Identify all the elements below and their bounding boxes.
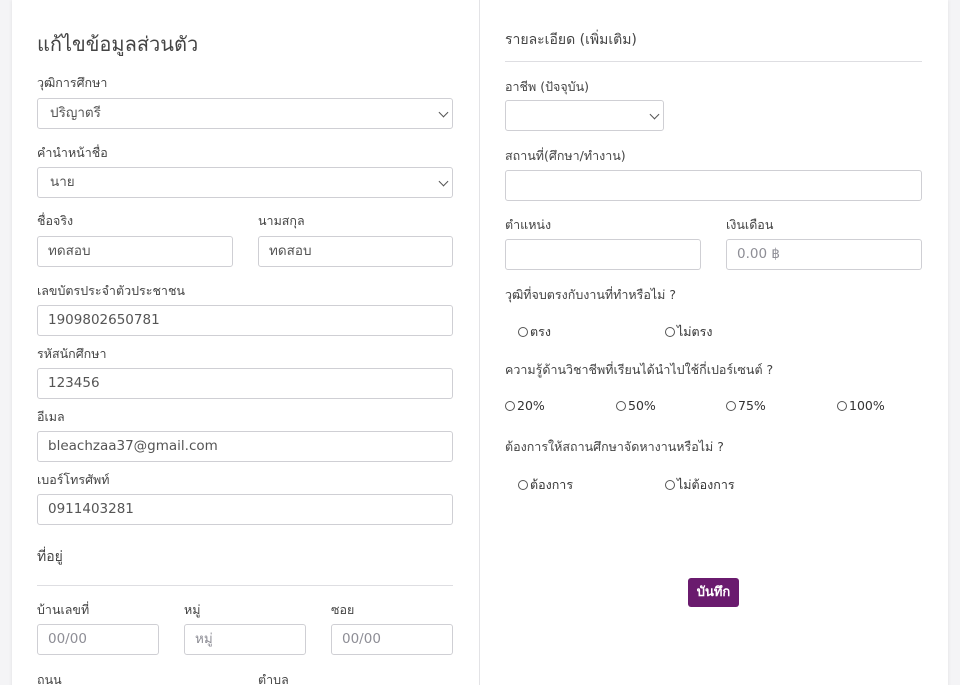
radio-circle-icon[interactable] (518, 480, 528, 490)
match-question: วุฒิที่จบตรงกับงานที่ทำหรือไม่ ? (505, 287, 677, 302)
radio-knowledge-75[interactable]: 75% (726, 398, 766, 413)
salary-field[interactable]: 0.00 ฿ (726, 239, 922, 270)
first-name-label: ชื่อจริง (37, 213, 74, 228)
chevron-down-icon (438, 176, 449, 187)
radio-knowledge-20[interactable]: 20% (505, 398, 545, 413)
details-heading: รายละเอียด (เพิ่มเติม) (505, 32, 637, 48)
radio-job-no[interactable]: ไม่ต้องการ (665, 475, 735, 495)
radio-label: ไม่ต้องการ (677, 477, 735, 492)
phone-label: เบอร์โทรศัพท์ (37, 472, 110, 487)
radio-circle-icon[interactable] (665, 327, 675, 337)
phone-field[interactable]: 0911403281 (37, 494, 453, 525)
occupation-label: อาชีพ (ปัจจุบัน) (505, 79, 590, 94)
radio-label: ไม่ตรง (677, 324, 713, 339)
radio-circle-icon[interactable] (837, 400, 847, 411)
email-label: อีเมล (37, 409, 65, 424)
workplace-field[interactable] (505, 170, 922, 201)
soi-label: ซอย (331, 602, 355, 617)
address-divider (37, 585, 453, 586)
last-name-field[interactable]: ทดสอบ (258, 236, 453, 267)
education-label: วุฒิการศึกษา (37, 75, 108, 90)
road-label: ถนน (37, 672, 62, 685)
save-button[interactable]: บันทึก (688, 578, 739, 607)
prefix-value: นาย (50, 174, 75, 190)
radio-circle-icon[interactable] (726, 400, 736, 411)
radio-job-yes[interactable]: ต้องการ (518, 475, 573, 495)
prefix-label: คำนำหน้าชื่อ (37, 145, 108, 160)
student-id-field[interactable]: 123456 (37, 368, 453, 399)
prefix-select[interactable]: นาย (37, 167, 453, 198)
job-question: ต้องการให้สถานศึกษาจัดหางานหรือไม่ ? (505, 439, 724, 454)
house-no-label: บ้านเลขที่ (37, 602, 90, 617)
page-title: แก้ไขข้อมูลส่วนตัว (37, 32, 199, 56)
house-no-field[interactable]: 00/00 (37, 624, 159, 655)
radio-circle-icon[interactable] (616, 400, 626, 411)
radio-label: ต้องการ (530, 477, 574, 492)
radio-circle-icon[interactable] (665, 480, 675, 490)
radio-label: 75% (738, 398, 766, 413)
last-name-label: นามสกุล (258, 213, 305, 228)
moo-field[interactable]: หมู่ (184, 624, 306, 655)
knowledge-question: ความรู้ด้านวิชาชีพที่เรียนได้นำไปใช้กี่เ… (505, 362, 774, 377)
radio-label: 100% (849, 398, 885, 413)
chevron-down-icon (649, 109, 660, 120)
radio-label: 50% (628, 398, 656, 413)
position-label: ตำแหน่ง (505, 217, 552, 232)
education-select[interactable]: ปริญาตรี (37, 98, 453, 129)
id-card-label: เลขบัตรประจำตัวประชาชน (37, 283, 185, 298)
radio-label: 20% (517, 398, 545, 413)
workplace-label: สถานที่(ศึกษา/ทำงาน) (505, 148, 626, 163)
radio-knowledge-100[interactable]: 100% (837, 398, 885, 413)
subdistrict-label: ตำบล (258, 672, 289, 685)
occupation-select[interactable] (505, 100, 664, 131)
id-card-field[interactable]: 1909802650781 (37, 305, 453, 336)
radio-circle-icon[interactable] (518, 327, 528, 337)
position-field[interactable] (505, 239, 701, 270)
soi-field[interactable]: 00/00 (331, 624, 453, 655)
details-divider (505, 61, 922, 62)
email-field[interactable]: bleachzaa37@gmail.com (37, 431, 453, 462)
radio-circle-icon[interactable] (505, 400, 515, 411)
salary-label: เงินเดือน (726, 217, 774, 232)
chevron-down-icon (438, 107, 449, 118)
address-heading: ที่อยู่ (37, 549, 63, 565)
radio-match-yes[interactable]: ตรง (518, 322, 551, 342)
education-value: ปริญาตรี (50, 105, 101, 121)
first-name-field[interactable]: ทดสอบ (37, 236, 233, 267)
radio-match-no[interactable]: ไม่ตรง (665, 322, 712, 342)
student-id-label: รหัสนักศึกษา (37, 346, 107, 361)
column-divider (479, 0, 480, 685)
radio-label: ตรง (530, 324, 551, 339)
moo-label: หมู่ (184, 602, 201, 617)
radio-knowledge-50[interactable]: 50% (616, 398, 656, 413)
